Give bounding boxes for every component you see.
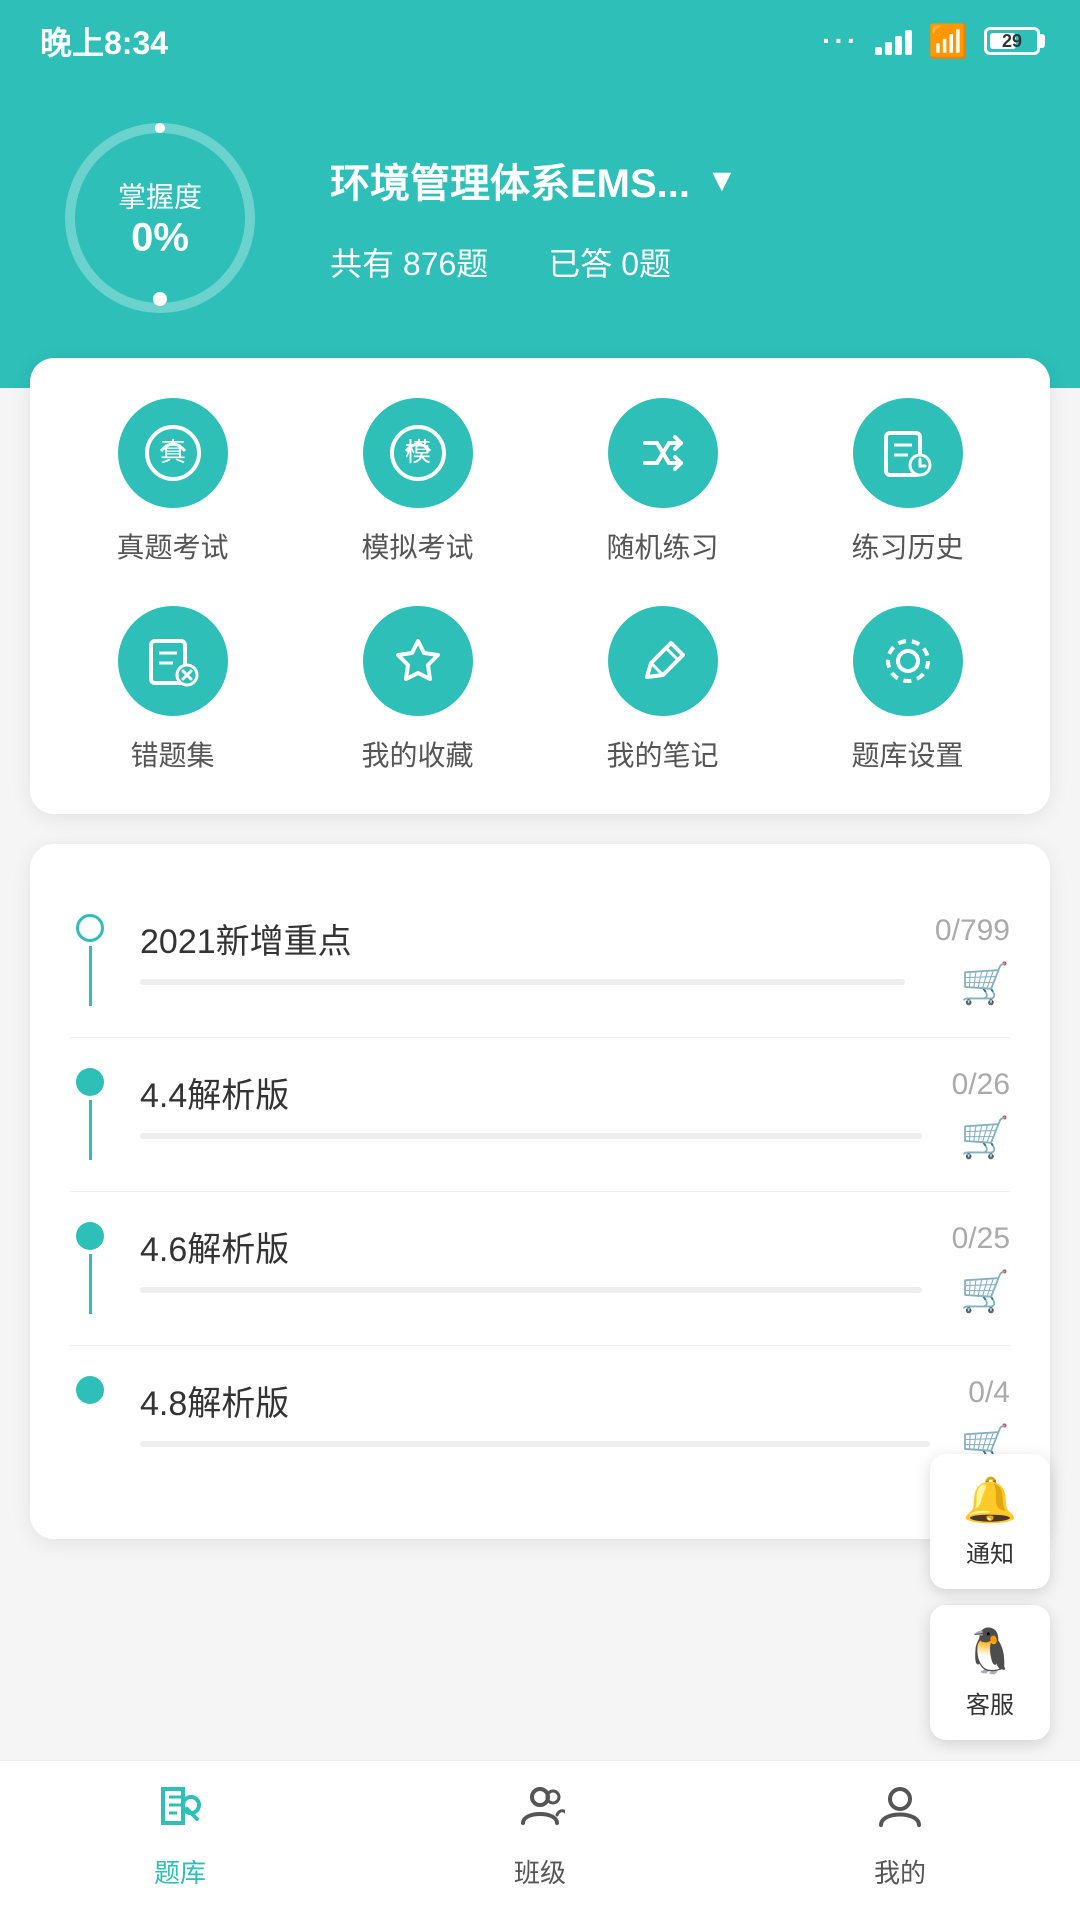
tiku-label: 题库: [154, 1853, 206, 1890]
chapter-count-4: 0/4: [968, 1376, 1010, 1410]
chapter-count-1: 0/799: [935, 914, 1010, 948]
mine-icon: [875, 1781, 925, 1843]
status-bar: 晚上8:34 ··· 📶 29: [0, 0, 1080, 78]
service-button[interactable]: 🐧 客服: [930, 1605, 1050, 1740]
timeline-dot-1: [76, 914, 104, 942]
floating-buttons: 🔔 通知 🐧 客服: [930, 1454, 1050, 1740]
progress-value: 0%: [118, 216, 202, 261]
chapter-item-1[interactable]: 2021新增重点 0/799 🛒: [70, 884, 1010, 1038]
chapter-card: 2021新增重点 0/799 🛒 4.4解析版 0/26 🛒: [30, 844, 1050, 1539]
function-item-settings[interactable]: 题库设置: [795, 606, 1020, 774]
settings-icon: [853, 606, 963, 716]
banji-label: 班级: [514, 1853, 566, 1890]
total-questions: 共有 876题: [330, 239, 488, 285]
svg-text:真: 真: [159, 437, 185, 467]
chapter-item-3[interactable]: 4.6解析版 0/25 🛒: [70, 1192, 1010, 1346]
function-item-mock-exam[interactable]: 模 模拟考试: [305, 398, 530, 566]
mine-label: 我的: [874, 1853, 926, 1890]
chapter-right-1: 0/799 🛒: [935, 914, 1010, 1007]
chapter-item-2[interactable]: 4.4解析版 0/26 🛒: [70, 1038, 1010, 1192]
chapter-count-3: 0/25: [952, 1222, 1010, 1256]
chapter-name-3: 4.6解析版: [140, 1222, 922, 1271]
chapter-name-1: 2021新增重点: [140, 914, 905, 963]
battery-icon: 29: [984, 27, 1040, 55]
function-item-history[interactable]: 练习历史: [795, 398, 1020, 566]
cart-icon-2[interactable]: 🛒: [960, 1114, 1010, 1161]
favorites-icon: [363, 606, 473, 716]
chapter-content-1: 2021新增重点: [140, 914, 905, 985]
random-label: 随机练习: [606, 526, 718, 566]
chapter-progress-bar-3: [140, 1287, 922, 1293]
cart-icon-1[interactable]: 🛒: [960, 960, 1010, 1007]
chapter-progress-bar-4: [140, 1441, 930, 1447]
chapter-content-2: 4.4解析版: [140, 1068, 922, 1139]
mock-exam-icon: 模: [363, 398, 473, 508]
wrong-set-label: 错题集: [130, 734, 214, 774]
course-title-row[interactable]: 环境管理体系EMS... ▼: [330, 151, 1030, 209]
course-info: 环境管理体系EMS... ▼ 共有 876题 已答 0题: [330, 151, 1030, 285]
timeline-dot-4: [76, 1376, 104, 1404]
function-item-wrong-set[interactable]: 错题集: [60, 606, 285, 774]
function-grid: 真 真题考试 模 模拟考试: [60, 398, 1020, 774]
notes-label: 我的笔记: [606, 734, 718, 774]
chapter-count-2: 0/26: [952, 1068, 1010, 1102]
function-item-real-exam[interactable]: 真 真题考试: [60, 398, 285, 566]
random-icon: [608, 398, 718, 508]
cart-icon-3[interactable]: 🛒: [960, 1268, 1010, 1315]
function-card: 真 真题考试 模 模拟考试: [30, 358, 1050, 814]
notes-icon: [608, 606, 718, 716]
timeline-line-3: [89, 1254, 92, 1314]
chapter-right-3: 0/25 🛒: [952, 1222, 1010, 1315]
course-stats: 共有 876题 已答 0题: [330, 239, 1030, 285]
function-item-random[interactable]: 随机练习: [550, 398, 775, 566]
chapter-content-4: 4.8解析版: [140, 1376, 930, 1447]
dropdown-icon[interactable]: ▼: [706, 162, 738, 199]
chapter-right-2: 0/26 🛒: [952, 1068, 1010, 1161]
timeline-line-2: [89, 1100, 92, 1160]
status-right: ··· 📶 29: [822, 22, 1040, 60]
circular-progress: 掌握度 0%: [50, 108, 270, 328]
banji-icon: [515, 1781, 565, 1843]
tiku-icon: [155, 1781, 205, 1843]
timeline-dot-3: [76, 1222, 104, 1250]
timeline-dot-2: [76, 1068, 104, 1096]
nav-item-mine[interactable]: 我的: [874, 1781, 926, 1890]
function-item-notes[interactable]: 我的笔记: [550, 606, 775, 774]
favorites-label: 我的收藏: [361, 734, 473, 774]
wifi-icon: 📶: [928, 22, 968, 60]
chapter-content-3: 4.6解析版: [140, 1222, 922, 1293]
signal-icon: [875, 27, 912, 55]
history-label: 练习历史: [851, 526, 963, 566]
nav-item-tiku[interactable]: 题库: [154, 1781, 206, 1890]
answered-questions: 已答 0题: [548, 239, 671, 285]
chapter-name-4: 4.8解析版: [140, 1376, 930, 1425]
bottom-nav: 题库 班级 我的: [0, 1760, 1080, 1920]
signal-dots: ···: [822, 25, 859, 57]
nav-item-banji[interactable]: 班级: [514, 1781, 566, 1890]
status-time: 晚上8:34: [40, 18, 168, 64]
function-item-favorites[interactable]: 我的收藏: [305, 606, 530, 774]
service-label: 客服: [966, 1685, 1014, 1720]
notification-label: 通知: [966, 1534, 1014, 1569]
svg-text:模: 模: [404, 437, 430, 467]
settings-label: 题库设置: [851, 734, 963, 774]
service-icon: 🐧: [963, 1625, 1018, 1677]
real-exam-icon: 真: [118, 398, 228, 508]
header-area: 掌握度 0% 环境管理体系EMS... ▼ 共有 876题 已答 0题: [0, 78, 1080, 388]
course-title: 环境管理体系EMS...: [330, 151, 690, 209]
notification-button[interactable]: 🔔 通知: [930, 1454, 1050, 1589]
wrong-set-icon: [118, 606, 228, 716]
mock-exam-label: 模拟考试: [361, 526, 473, 566]
notification-icon: 🔔: [963, 1474, 1018, 1526]
timeline-line-1: [89, 946, 92, 1006]
chapter-progress-bar-2: [140, 1133, 922, 1139]
chapter-progress-bar-1: [140, 979, 905, 985]
history-icon: [853, 398, 963, 508]
chapter-item-4[interactable]: 4.8解析版 0/4 🛒: [70, 1346, 1010, 1499]
chapter-name-2: 4.4解析版: [140, 1068, 922, 1117]
real-exam-label: 真题考试: [116, 526, 228, 566]
progress-label: 掌握度: [118, 176, 202, 216]
